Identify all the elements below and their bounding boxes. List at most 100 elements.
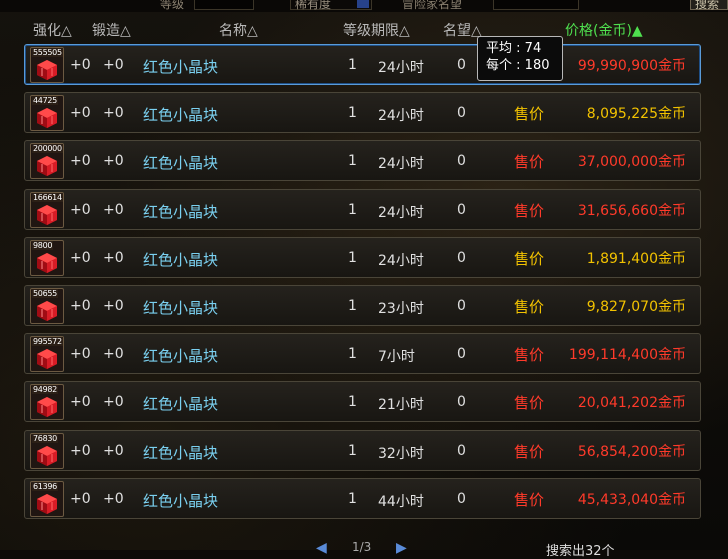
red-crystal-icon xyxy=(37,204,57,225)
table-row[interactable]: 61396 +0 +0 红色小晶块 1 44小时 0 售价 45,433,040金币 xyxy=(24,477,701,519)
red-crystal-icon xyxy=(37,156,57,177)
sale-label: 售价 xyxy=(514,442,545,461)
table-row[interactable]: 995572 +0 +0 红色小晶块 1 7小时 0 售价 199,114,400金币 xyxy=(24,333,701,375)
item-slot[interactable]: 9800 xyxy=(30,239,64,276)
item-slot[interactable]: 94982 xyxy=(30,384,64,421)
level-value: 1 xyxy=(348,394,357,411)
item-slot[interactable]: 76830 xyxy=(30,432,64,469)
level-value: 1 xyxy=(348,298,357,314)
red-crystal-icon xyxy=(37,108,57,129)
strengthen-value: +0 xyxy=(70,442,91,459)
sort-name[interactable]: 名称△ xyxy=(219,20,258,40)
reputation-value: 0 xyxy=(457,201,466,218)
sale-label: 售价 xyxy=(514,394,545,413)
item-name: 红色小晶块 xyxy=(143,491,219,510)
forge-value: +0 xyxy=(103,57,124,73)
price-value: 9,827,070金币 xyxy=(586,299,686,315)
search-button[interactable]: 搜索 xyxy=(690,0,728,11)
tooltip-avg-value: : 74 xyxy=(516,41,542,56)
duration-value: 23小时 xyxy=(378,301,424,317)
table-row[interactable]: 44725 +0 +0 红色小晶块 1 24小时 0 售价 8,095,225金币 xyxy=(24,92,701,134)
table-row[interactable]: 50655 +0 +0 红色小晶块 1 23小时 0 售价 9,827,070金币 xyxy=(24,285,701,326)
table-row[interactable]: 9800 +0 +0 红色小晶块 1 24小时 0 售价 1,891,400金币 xyxy=(24,236,701,278)
red-crystal-icon xyxy=(37,493,57,514)
item-name: 红色小晶块 xyxy=(143,106,219,125)
reputation-value: 0 xyxy=(457,105,466,122)
reputation-value: 0 xyxy=(457,346,466,363)
reputation-value: 0 xyxy=(457,298,466,314)
table-row[interactable]: 166614 +0 +0 红色小晶块 1 24小时 0 售价 31,656,660金币 xyxy=(24,188,701,230)
item-slot[interactable]: 44725 xyxy=(30,95,64,132)
prev-page-button[interactable]: ◀ xyxy=(316,540,327,556)
reputation-input[interactable] xyxy=(493,0,579,10)
item-slot[interactable]: 995572 xyxy=(30,336,64,373)
item-name: 红色小晶块 xyxy=(143,154,219,173)
item-slot[interactable]: 200000 xyxy=(30,143,64,180)
sort-strengthen[interactable]: 强化△ xyxy=(33,20,72,40)
level-value: 1 xyxy=(348,442,357,459)
sort-level-duration[interactable]: 等级期限△ xyxy=(343,20,410,40)
item-quantity: 76830 xyxy=(32,433,58,443)
tooltip-each-value: : 180 xyxy=(516,58,550,73)
forge-value: +0 xyxy=(103,394,124,411)
forge-value: +0 xyxy=(103,298,124,314)
price-value: 45,433,040金币 xyxy=(577,491,686,508)
forge-value: +0 xyxy=(103,490,124,507)
duration-value: 24小时 xyxy=(378,60,424,76)
page-indicator: 1/3 xyxy=(352,540,372,554)
table-header: 强化△ 锻造△ 名称△ 等级期限△ 名望△ 价格(金币)▲ xyxy=(0,12,728,42)
red-crystal-icon xyxy=(37,445,57,466)
item-slot[interactable]: 50655 xyxy=(30,288,64,324)
item-slot[interactable]: 61396 xyxy=(30,480,64,517)
forge-value: +0 xyxy=(103,201,124,218)
price-value: 8,095,225金币 xyxy=(586,106,686,123)
red-crystal-icon xyxy=(37,301,57,321)
sort-price[interactable]: 价格(金币)▲ xyxy=(565,20,643,40)
level-input[interactable] xyxy=(194,0,254,10)
duration-value: 21小时 xyxy=(378,397,424,414)
level-value: 1 xyxy=(348,57,357,73)
sort-forge[interactable]: 锻造△ xyxy=(92,20,131,40)
sale-label: 售价 xyxy=(514,490,545,509)
duration-value: 24小时 xyxy=(378,108,424,125)
sale-label: 售价 xyxy=(514,249,545,268)
forge-value: +0 xyxy=(103,249,124,266)
item-slot[interactable]: 555505 xyxy=(30,47,64,83)
strengthen-value: +0 xyxy=(70,394,91,411)
item-name: 红色小晶块 xyxy=(143,395,219,414)
reputation-value: 0 xyxy=(457,57,466,73)
price-value: 99,990,900金币 xyxy=(577,58,686,74)
item-quantity: 44725 xyxy=(32,96,58,106)
level-label: 等级 xyxy=(160,0,185,11)
rarity-select[interactable]: 稀有度 xyxy=(290,0,372,11)
reputation-label: 冒险家名望 xyxy=(402,0,463,11)
chevron-down-icon xyxy=(357,0,369,8)
item-quantity: 555505 xyxy=(32,48,63,57)
item-slot[interactable]: 166614 xyxy=(30,191,64,228)
item-name: 红色小晶块 xyxy=(143,250,219,269)
table-row[interactable]: 94982 +0 +0 红色小晶块 1 21小时 0 售价 20,041,202金币 xyxy=(24,381,701,423)
pager: ◀ 1/3 ▶ 搜索出32个 xyxy=(0,536,728,559)
item-quantity: 61396 xyxy=(32,481,58,491)
sort-reputation[interactable]: 名望△ xyxy=(443,20,482,40)
item-name: 红色小晶块 xyxy=(143,202,219,221)
forge-value: +0 xyxy=(103,105,124,122)
item-quantity: 166614 xyxy=(32,192,63,202)
strengthen-value: +0 xyxy=(70,153,91,170)
next-page-button[interactable]: ▶ xyxy=(396,540,407,556)
level-value: 1 xyxy=(348,153,357,170)
table-row[interactable]: 555505 +0 +0 红色小晶块 1 24小时 0 99,990,900金币 xyxy=(24,44,701,85)
reputation-value: 0 xyxy=(457,249,466,266)
red-crystal-icon xyxy=(37,349,57,370)
red-crystal-icon xyxy=(37,252,57,273)
red-crystal-icon xyxy=(37,60,57,80)
table-row[interactable]: 200000 +0 +0 红色小晶块 1 24小时 0 售价 37,000,000金币 xyxy=(24,140,701,182)
level-value: 1 xyxy=(348,201,357,218)
reputation-value: 0 xyxy=(457,394,466,411)
item-name: 红色小晶块 xyxy=(143,58,219,76)
item-quantity: 9800 xyxy=(32,240,54,250)
item-name: 红色小晶块 xyxy=(143,347,219,366)
level-value: 1 xyxy=(348,346,357,363)
table-row[interactable]: 76830 +0 +0 红色小晶块 1 32小时 0 售价 56,854,200金币 xyxy=(24,429,701,471)
filter-bar: 等级 稀有度 冒险家名望 搜索 xyxy=(0,0,728,12)
